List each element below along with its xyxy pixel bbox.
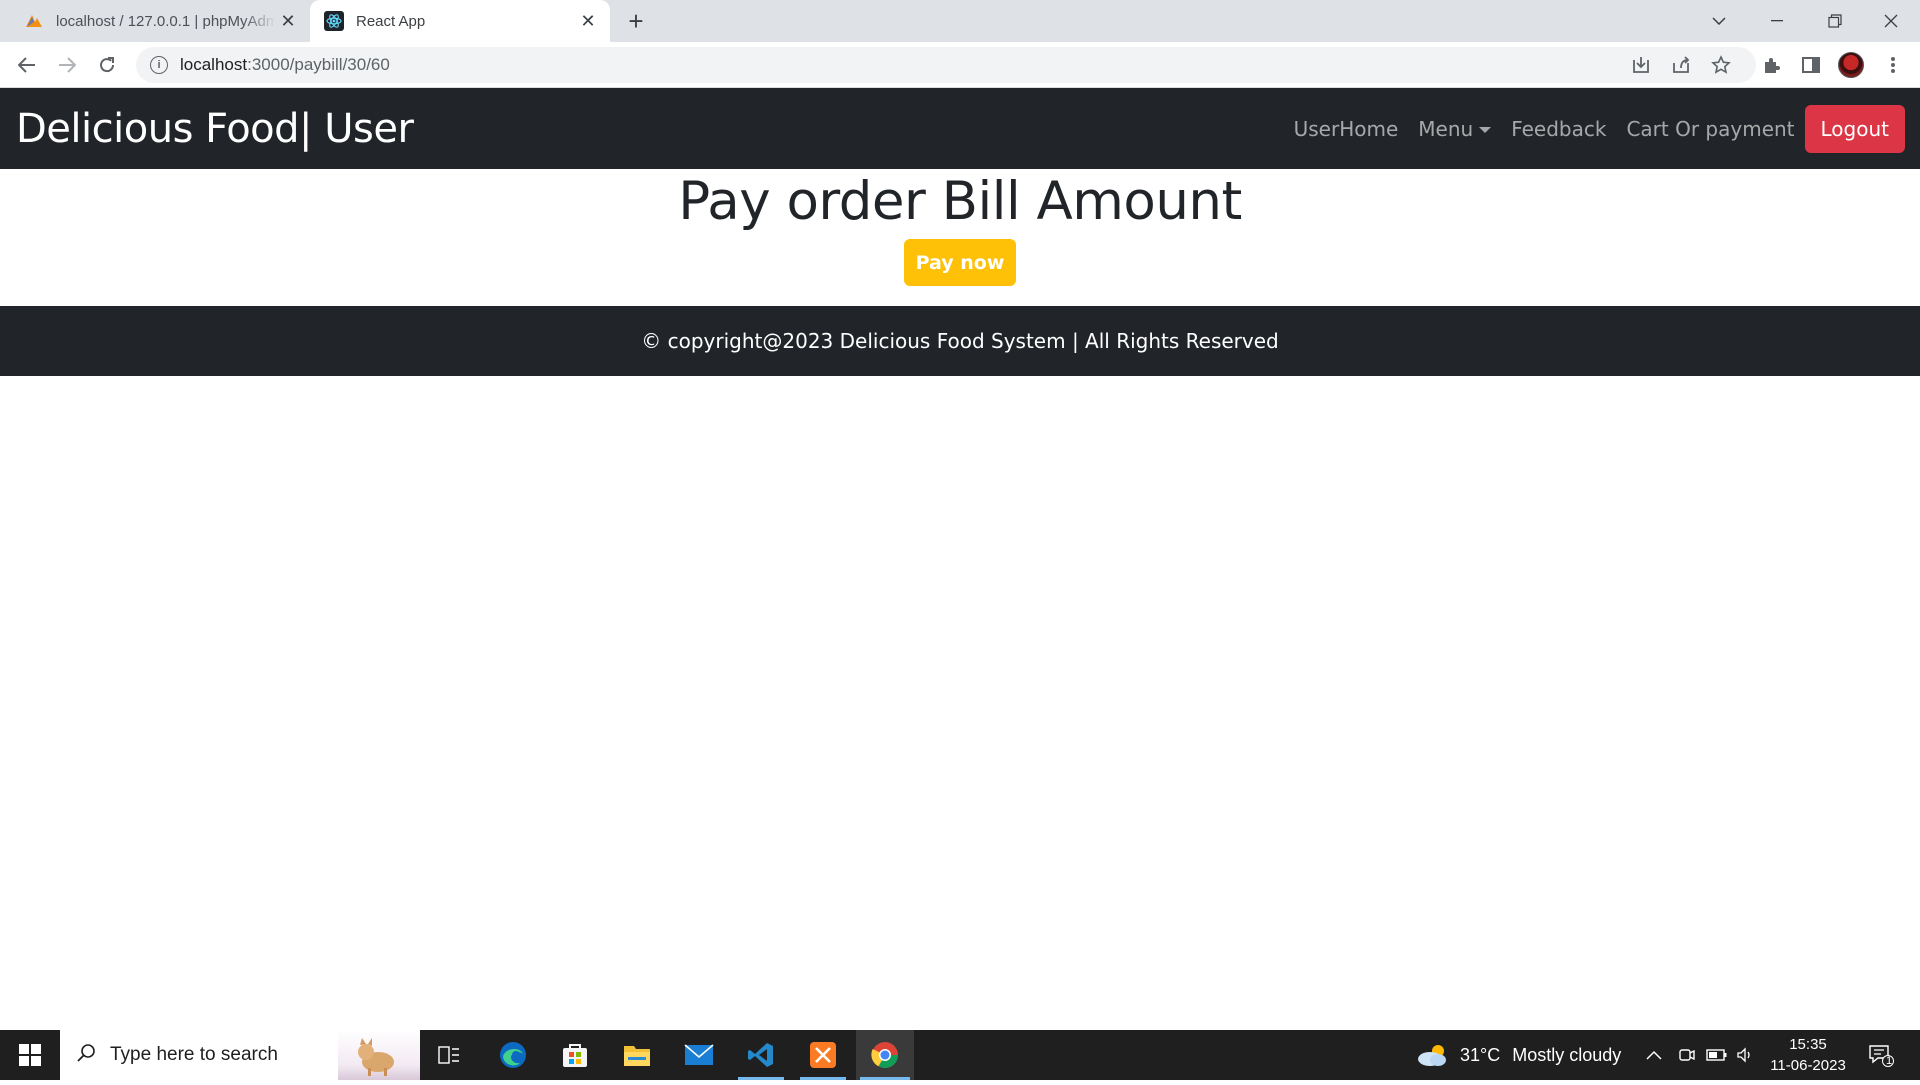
close-tab-icon[interactable]: ✕ [576,9,600,33]
battery-icon[interactable] [1706,1030,1728,1080]
nav-menu-dropdown[interactable]: Menu [1418,117,1491,141]
phpmyadmin-icon [24,11,44,31]
browser-toolbar: i localhost:3000/paybill/30/60 [0,42,1920,88]
back-icon[interactable] [12,50,42,80]
weather-widget[interactable]: 31°C Mostly cloudy [1416,1030,1621,1080]
new-tab-icon[interactable]: + [622,6,650,36]
bookmark-star-icon[interactable] [1708,52,1734,78]
side-panel-icon[interactable] [1798,52,1824,78]
tab-react-app[interactable]: React App ✕ [310,0,610,42]
browser-tabstrip: localhost / 127.0.0.1 | phpMyAdmin ✕ Rea… [0,0,1920,42]
system-clock[interactable]: 15:35 11-06-2023 [1760,1034,1856,1076]
app-navbar: Delicious Food| User UserHome Menu Feedb… [0,88,1920,169]
search-highlight-image [338,1030,420,1080]
volume-icon[interactable] [1736,1030,1754,1080]
forward-icon[interactable] [52,50,82,80]
url-text: localhost:3000/paybill/30/60 [180,55,390,74]
taskbar-search[interactable]: Type here to search [60,1030,420,1080]
extensions-icon[interactable] [1758,52,1784,78]
address-bar[interactable]: i localhost:3000/paybill/30/60 [136,47,1756,83]
nav-link-userhome[interactable]: UserHome [1294,117,1399,141]
weather-temp: 31°C [1460,1044,1501,1065]
restore-icon[interactable] [1806,0,1864,42]
vscode-icon[interactable] [732,1030,790,1080]
site-info-icon[interactable]: i [150,56,168,74]
brand-title[interactable]: Delicious Food| User [16,106,414,152]
microsoft-store-icon[interactable] [546,1030,604,1080]
clock-date: 11-06-2023 [1770,1057,1846,1074]
tab-label: React App [356,12,426,30]
nav-links: UserHome Menu Feedback Cart Or payment L… [1294,88,1920,169]
pay-now-button[interactable]: Pay now [904,239,1016,286]
notification-count: 1 [1885,1055,1893,1067]
task-view-icon[interactable] [420,1030,478,1080]
nav-link-feedback[interactable]: Feedback [1511,117,1606,141]
show-hidden-icons-icon[interactable] [1646,1030,1662,1080]
clock-time: 15:35 [1789,1036,1827,1053]
footer-copyright: © copyright@2023 Delicious Food System |… [641,329,1279,353]
reload-icon[interactable] [92,50,122,80]
close-tab-icon[interactable]: ✕ [276,9,300,33]
xampp-icon[interactable] [794,1030,852,1080]
page-title: Pay order Bill Amount [678,171,1242,232]
weather-description: Mostly cloudy [1512,1044,1622,1065]
logout-button[interactable]: Logout [1804,104,1905,153]
close-window-icon[interactable] [1862,0,1920,42]
mail-icon[interactable] [670,1030,728,1080]
react-icon [324,11,344,31]
tab-search-icon[interactable] [1690,0,1748,42]
edge-browser-icon[interactable] [484,1030,542,1080]
share-icon[interactable] [1668,52,1694,78]
notification-center-icon[interactable]: 1 [1868,1030,1894,1080]
minimize-icon[interactable] [1748,0,1806,42]
tab-phpmyadmin[interactable]: localhost / 127.0.0.1 | phpMyAdmin ✕ [10,0,310,42]
install-app-icon[interactable] [1628,52,1654,78]
meet-now-icon[interactable] [1678,1030,1696,1080]
profile-avatar[interactable] [1838,52,1864,78]
footer: © copyright@2023 Delicious Food System |… [0,306,1920,376]
search-icon [76,1043,96,1068]
windows-start-icon[interactable] [0,1030,60,1080]
main-content: Pay order Bill Amount Pay now [0,169,1920,306]
tab-label: localhost / 127.0.0.1 | phpMyAdmin [56,12,276,30]
search-placeholder: Type here to search [110,1044,278,1065]
windows-taskbar: Type here to search 31°C Mostly cloudy 1… [0,1030,1920,1080]
chrome-icon[interactable] [856,1030,914,1080]
more-options-icon[interactable] [1880,52,1906,78]
cloudy-weather-icon [1416,1042,1450,1068]
file-explorer-icon[interactable] [608,1030,666,1080]
nav-link-cart[interactable]: Cart Or payment [1626,117,1794,141]
